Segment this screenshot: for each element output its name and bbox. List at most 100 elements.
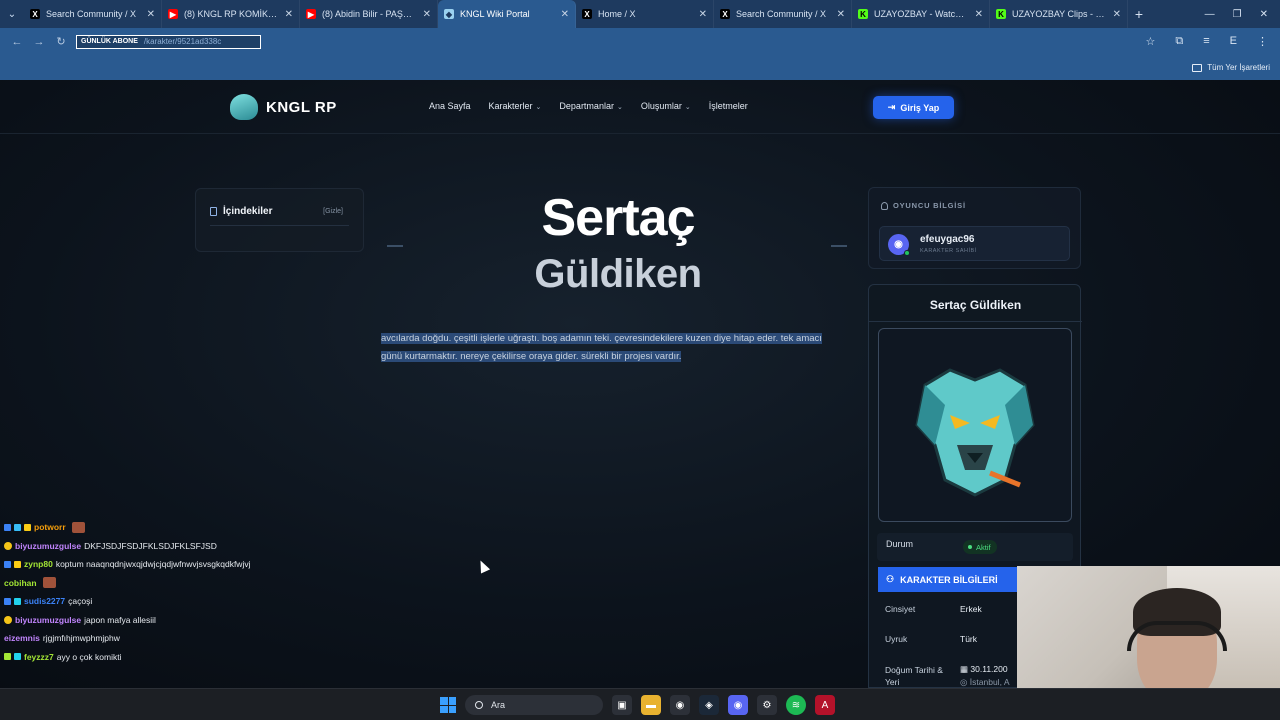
brand-name: KNGL RP [266,98,337,116]
browser-tab[interactable]: ▶ (8) KNGL RP KOMİK ANLA ✕ [162,0,300,28]
browser-tab[interactable]: X Search Community / X ✕ [24,0,162,28]
app-icon[interactable]: A [815,695,835,715]
chat-username: feyzzz7 [24,651,54,662]
minimize-icon[interactable]: — [1205,9,1215,20]
player-info-title: OYUNCU BİLGİSİ [893,201,966,210]
toc-title: İçindekiler [223,206,273,217]
chrome-icon[interactable]: ◉ [670,695,690,715]
media-icon[interactable]: ≡ [1203,35,1209,48]
dog-avatar-icon [915,368,1035,497]
file-explorer-icon[interactable]: ▬ [641,695,661,715]
chat-message: feyzzz7 ayy o çok komikti [4,648,324,667]
tab-close-icon[interactable]: ✕ [285,9,293,20]
tab-close-icon[interactable]: ✕ [423,9,431,20]
nav-item-label: Ana Sayfa [429,101,471,111]
x-logo-icon: X [582,9,592,19]
chat-badge-icon [4,653,11,661]
tab-close-icon[interactable]: ✕ [561,9,569,20]
nav-item[interactable]: İşletmeler [709,101,748,111]
browser-tab[interactable]: ▶ (8) Abidin Bilir - PAŞAM G ✕ [300,0,438,28]
close-window-icon[interactable]: ✕ [1260,9,1268,20]
site-logo[interactable]: KNGL RP [230,94,337,120]
birth-date: 30.11.200 [970,664,1008,674]
chat-username: zynp80 [24,559,53,570]
kngl-icon: ◆ [444,9,454,19]
new-tab-button[interactable]: + [1128,6,1150,22]
nav-item[interactable]: Oluşumlar ⌄ [641,101,691,111]
player-info-card: OYUNCU BİLGİSİ ◉ efeuygac96 KARAKTER SAH… [868,187,1081,269]
browser-tab[interactable]: K UZAYOZBAY Clips - Watc ✕ [990,0,1128,28]
taskbar-search[interactable]: Ara [465,695,603,715]
discord-user-row[interactable]: ◉ efeuygac96 KARAKTER SAHİBİ [879,226,1070,261]
info-value: ▦ 30.11.200 [960,664,1008,675]
chat-badge-icon [14,653,21,661]
spotify-icon[interactable]: ≋ [786,695,806,715]
nav-item-label: Departmanlar [559,101,614,111]
status-dot-icon [968,545,972,549]
tab-close-icon[interactable]: ✕ [147,9,155,20]
browser-tab[interactable]: ◆ KNGL Wiki Portal ✕ [438,0,576,28]
birth-place: İstanbul, A [969,677,1010,687]
restore-icon[interactable]: ❐ [1233,9,1242,20]
bookmark-star-icon[interactable]: ☆ [1146,35,1156,48]
calendar-icon: ▦ [960,664,969,674]
table-of-contents: İçindekiler [Gizle] [195,188,364,252]
chat-text: DKFJSDJFSDJFKLSDJFKLSFJSD [84,540,217,551]
chevron-down-icon: ⌄ [616,104,623,111]
x-logo-icon: X [30,9,40,19]
chat-message: eizemnis rjgjmfıhjmwphmjphw [4,629,324,648]
chat-text: çaçoşi [68,596,93,607]
chat-message: cobihan [4,574,324,593]
x-logo-icon: X [720,9,730,19]
tab-label: (8) KNGL RP KOMİK ANLA [184,9,279,19]
info-key: Cinsiyet [885,604,916,614]
toc-toggle-link[interactable]: [Gizle] [323,208,343,215]
profile-icon[interactable]: E [1230,35,1237,48]
tab-close-icon[interactable]: ✕ [1113,9,1121,20]
nav-item[interactable]: Departmanlar ⌄ [559,101,622,111]
discord-taskbar-icon[interactable]: ◉ [728,695,748,715]
document-icon [210,207,217,216]
reload-icon[interactable]: ↻ [50,35,72,48]
browser-menu-icon[interactable]: ⋮ [1257,35,1268,48]
tab-label: Search Community / X [736,9,827,19]
status-row: Durum Aktif [877,533,1073,561]
user-icon: ⚇ [886,574,895,584]
browser-tab[interactable]: K UZAYOZBAY - Watch clip ✕ [852,0,990,28]
browser-tab[interactable]: X Home / X ✕ [576,0,714,28]
nav-item[interactable]: Ana Sayfa [429,101,471,111]
nav-item[interactable]: Karakterler ⌄ [489,101,542,111]
browser-tab[interactable]: X Search Community / X ✕ [714,0,852,28]
extensions-icon[interactable]: ⧉ [1175,35,1183,48]
windows-start-icon[interactable] [440,697,456,713]
tab-search-menu-icon[interactable]: ⌄ [0,0,24,28]
online-status-dot [904,250,910,256]
settings-icon[interactable]: ⚙ [757,695,777,715]
chat-text: japon mafya allesiil [84,614,156,625]
forward-icon[interactable]: → [28,36,50,48]
login-button[interactable]: ⇥ Giriş Yap [873,96,954,119]
tab-close-icon[interactable]: ✕ [837,9,845,20]
chat-badge-icon [4,615,12,624]
character-info-title: KARAKTER BİLGİLERİ [900,574,998,585]
window-controls: — ❐ ✕ [1205,9,1280,20]
tab-close-icon[interactable]: ✕ [699,9,707,20]
info-value: Türk [960,634,977,644]
divider [210,225,349,226]
bio-text: avcılarda doğdu. çeşitli işlerle uğraştı… [381,333,822,362]
nav-item-label: Oluşumlar [640,101,682,111]
steam-icon[interactable]: ◈ [699,695,719,715]
tab-label: (8) Abidin Bilir - PAŞAM G [322,9,417,19]
decorative-line [831,245,847,247]
browser-tab-bar: ⌄ X Search Community / X ✕ ▶ (8) KNGL RP KOM… [0,0,1280,28]
task-view-icon[interactable]: ▣ [612,695,632,715]
info-key: Uyruk [885,634,908,644]
back-icon[interactable]: ← [6,36,28,48]
tab-close-icon[interactable]: ✕ [975,9,983,20]
taskbar-search-label: Ara [491,700,506,710]
windows-taskbar: Ara ▣ ▬ ◉ ◈ ◉ ⚙ ≋ A [0,688,1280,720]
chat-badge-icon [4,541,12,550]
headset-icon [1127,621,1227,651]
url-input[interactable]: GÜNLÜK ABONE /karakter/9521ad338c [76,34,261,49]
all-bookmarks-link[interactable]: Tüm Yer İşaretleri [1207,63,1270,72]
